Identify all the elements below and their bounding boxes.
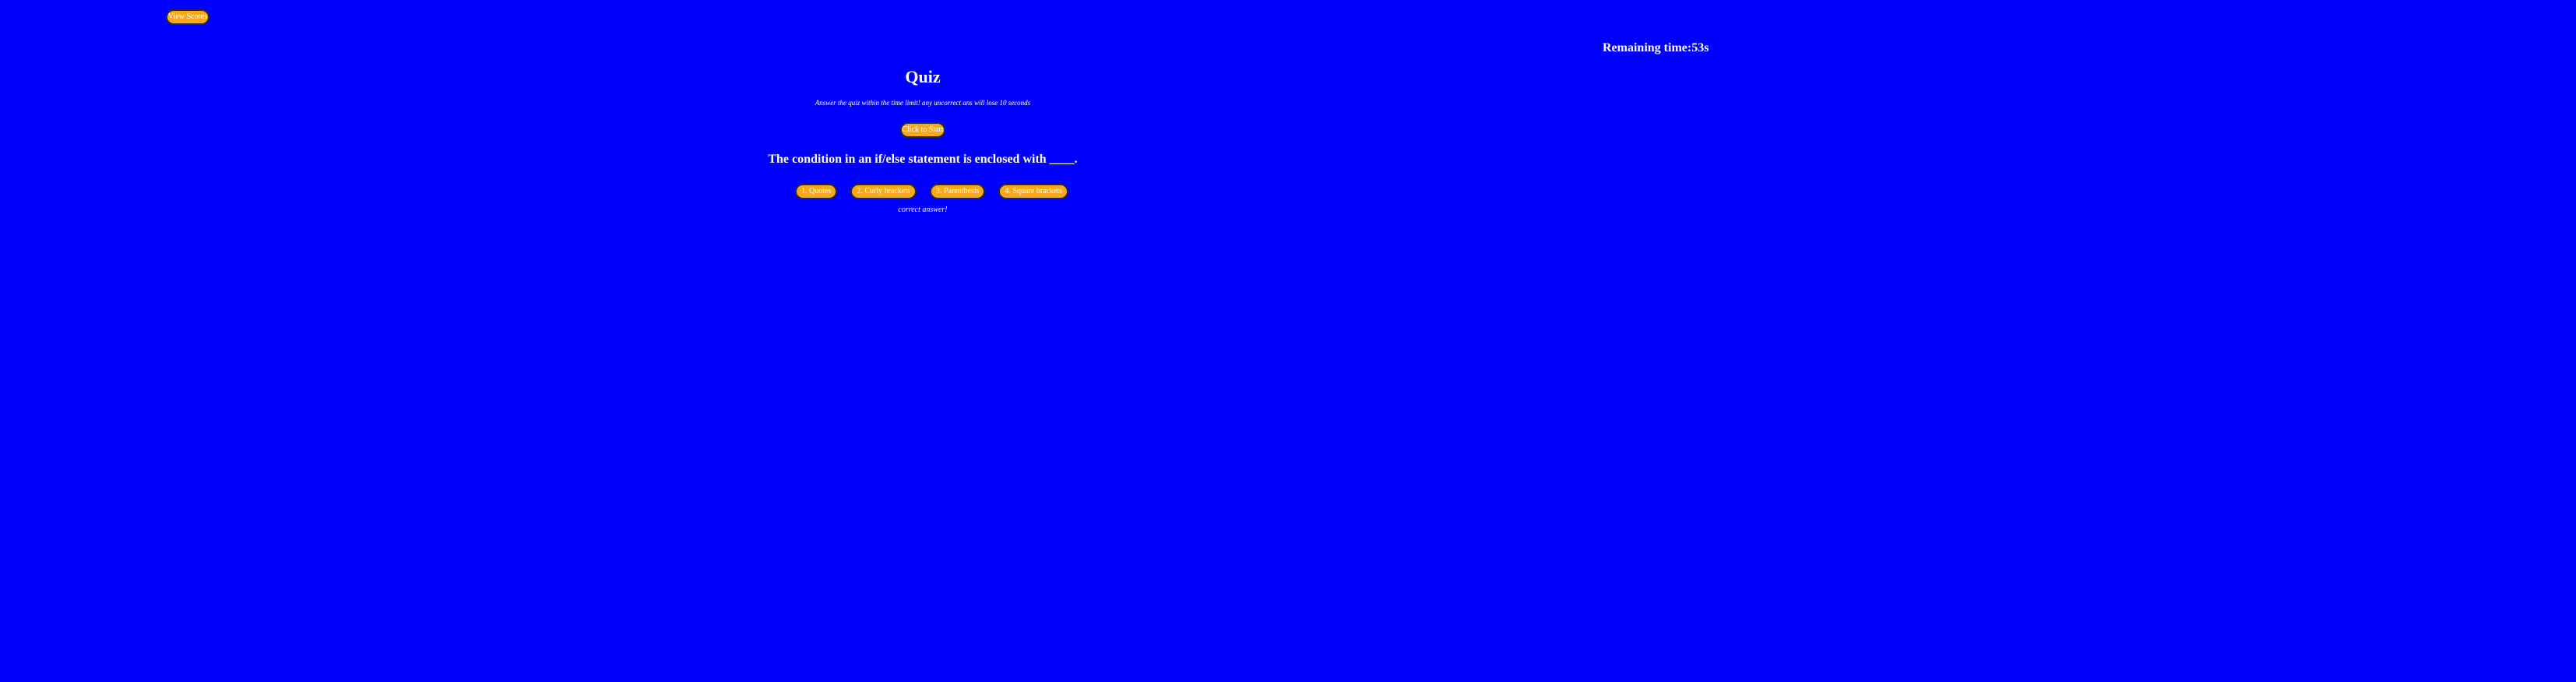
answer-option-4-button[interactable]: 4. Square brackets: [998, 184, 1069, 199]
timer-display: Remaining time:53s: [1603, 41, 1709, 54]
quiz-instructions: Answer the quiz within the time limit! a…: [815, 99, 1031, 107]
view-highscores-button[interactable]: View Scores: [166, 9, 209, 25]
page-title: Quiz: [905, 67, 941, 86]
quiz-page: { "header": { "highscore_label": "View S…: [0, 0, 2576, 682]
answer-option-3-button[interactable]: 3. Parenthesis: [929, 184, 986, 199]
start-quiz-button[interactable]: Click to Start: [900, 122, 945, 138]
answer-options: 1. Quotes 2. Curly brackets 3. Parenthes…: [795, 184, 1069, 199]
answer-option-2-button[interactable]: 2. Curly brackets: [850, 184, 917, 199]
question-text: The condition in an if/else statement is…: [768, 153, 1078, 166]
answer-feedback: correct answer!: [898, 206, 948, 214]
answer-option-1-button[interactable]: 1. Quotes: [795, 184, 838, 199]
